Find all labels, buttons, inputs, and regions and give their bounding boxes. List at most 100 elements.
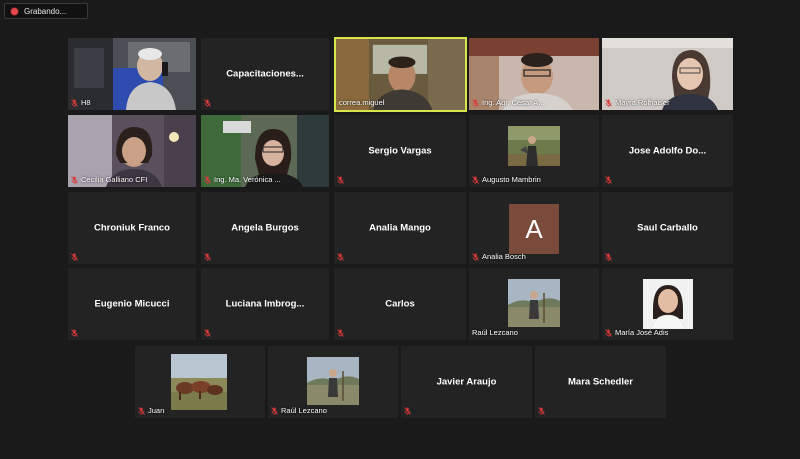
participant-name: Cecilia Galliano CFI — [81, 175, 148, 184]
participant-tile-eugenio[interactable]: Eugenio Micucci — [68, 268, 196, 340]
mic-muted-icon — [71, 98, 78, 107]
participant-name: Eugenio Micucci — [94, 298, 170, 310]
participant-tile-jose[interactable]: Jose Adolfo Do... — [602, 115, 733, 187]
participant-name-bar: Ing. Agr. César A... — [472, 97, 595, 108]
participant-name-bar: Ing. Ma. Verónica ... — [204, 174, 325, 185]
participant-status-bar — [337, 174, 462, 185]
participant-status-bar — [71, 327, 192, 338]
mic-muted-icon — [337, 328, 344, 337]
participant-name-bar: Raúl Lezcano — [472, 327, 595, 338]
mic-muted-icon — [337, 252, 344, 261]
participant-tile-mayra[interactable]: Mayra Rolhaiser — [602, 38, 733, 110]
participant-status-bar — [337, 327, 462, 338]
participant-name: Carlos — [385, 298, 415, 310]
participant-name-bar: correa.miguel — [339, 97, 461, 108]
participant-name-bar: Mayra Rolhaiser — [605, 97, 729, 108]
participant-name: Mara Schedler — [568, 376, 633, 388]
participant-name-bar: Analia Bosch — [472, 251, 595, 262]
participant-name: Chroniuk Franco — [93, 222, 170, 234]
participant-name: Saul Carballo — [637, 222, 698, 234]
participant-name: Mayra Rolhaiser — [615, 98, 670, 107]
participant-name: Augusto Mambrin — [482, 175, 541, 184]
participant-status-bar — [605, 251, 729, 262]
participant-name-bar: H8 — [71, 97, 192, 108]
mic-muted-icon — [204, 175, 211, 184]
participant-name-bar: Raúl Lezcano — [271, 405, 394, 416]
mic-muted-icon — [472, 98, 479, 107]
mic-muted-icon — [472, 175, 479, 184]
participant-status-bar — [538, 405, 662, 416]
participant-status-bar — [71, 251, 192, 262]
participant-name: María José Adis — [615, 328, 669, 337]
participant-tile-juan[interactable]: Juan — [135, 346, 265, 418]
mic-muted-icon — [71, 252, 78, 261]
participant-name: Raúl Lezcano — [281, 406, 327, 415]
participant-name-bar: Augusto Mambrin — [472, 174, 595, 185]
participant-tile-raul[interactable]: Raúl Lezcano — [469, 268, 599, 340]
participant-tile-sergio[interactable]: Sergio Vargas — [334, 115, 466, 187]
participant-tile-raul-2[interactable]: Raúl Lezcano — [268, 346, 398, 418]
mic-muted-icon — [337, 175, 344, 184]
participant-name: Analia Mango — [369, 222, 431, 234]
participant-status-bar — [404, 405, 528, 416]
participant-name: Capacitaciones... — [226, 68, 304, 80]
participant-tile-cecilia[interactable]: Cecilia Galliano CFI — [68, 115, 196, 187]
participant-tile-angela[interactable]: Angela Burgos — [201, 192, 329, 264]
participant-tile-cesar[interactable]: Ing. Agr. César A... — [469, 38, 599, 110]
participant-status-bar — [204, 251, 325, 262]
mic-muted-icon — [204, 328, 211, 337]
participant-avatar-photo — [643, 279, 693, 329]
participant-tile-capacitaciones[interactable]: Capacitaciones... — [201, 38, 329, 110]
record-icon — [11, 7, 18, 15]
avatar: A — [509, 204, 559, 254]
participant-tile-saul[interactable]: Saul Carballo — [602, 192, 733, 264]
participant-status-bar — [204, 327, 325, 338]
participant-name-bar: Cecilia Galliano CFI — [71, 174, 192, 185]
participant-tile-carlos[interactable]: Carlos — [334, 268, 466, 340]
participant-tile-analia-mango[interactable]: Analia Mango — [334, 192, 466, 264]
mic-muted-icon — [204, 252, 211, 261]
participant-status-bar — [337, 251, 462, 262]
participant-tile-luciana[interactable]: Luciana Imbrog... — [201, 268, 329, 340]
participant-tile-chroniuk[interactable]: Chroniuk Franco — [68, 192, 196, 264]
participant-tile-javier[interactable]: Javier Araujo — [401, 346, 532, 418]
participant-tile-correa-active-speaker[interactable]: correa.miguel — [334, 37, 467, 112]
participant-name: Analia Bosch — [482, 252, 526, 261]
mic-muted-icon — [271, 406, 278, 415]
participant-tile-augusto[interactable]: Augusto Mambrin — [469, 115, 599, 187]
mic-muted-icon — [71, 175, 78, 184]
mic-muted-icon — [138, 406, 145, 415]
mic-muted-icon — [71, 328, 78, 337]
participant-name: H8 — [81, 98, 91, 107]
recording-indicator[interactable]: Grabando... — [4, 3, 88, 19]
participant-tile-mara[interactable]: Mara Schedler — [535, 346, 666, 418]
participant-name-bar: Juan — [138, 405, 261, 416]
participant-status-bar — [204, 97, 325, 108]
participant-tile-veronica[interactable]: Ing. Ma. Verónica ... — [201, 115, 329, 187]
participant-avatar-photo — [508, 279, 560, 327]
participant-name: Juan — [148, 406, 165, 415]
mic-muted-icon — [605, 328, 612, 337]
mic-muted-icon — [204, 98, 211, 107]
participant-name: Ing. Agr. César A... — [482, 98, 545, 107]
participant-avatar-photo — [171, 354, 227, 410]
participant-avatar-photo — [508, 126, 560, 166]
mic-muted-icon — [605, 98, 612, 107]
mic-muted-icon — [605, 252, 612, 261]
participant-name: Raúl Lezcano — [472, 328, 518, 337]
participant-name-bar: María José Adis — [605, 327, 729, 338]
participant-name: correa.miguel — [339, 98, 385, 107]
participant-name: Angela Burgos — [231, 222, 299, 234]
mic-muted-icon — [605, 175, 612, 184]
recording-label: Grabando... — [24, 6, 67, 16]
participant-avatar-photo — [307, 357, 359, 405]
participant-tile-maria[interactable]: María José Adis — [602, 268, 733, 340]
participant-name: Ing. Ma. Verónica ... — [214, 175, 281, 184]
mic-muted-icon — [404, 406, 411, 415]
participant-name: Javier Araujo — [436, 376, 497, 388]
participant-tile-h8[interactable]: H8 — [68, 38, 196, 110]
mic-muted-icon — [472, 252, 479, 261]
participant-name: Jose Adolfo Do... — [628, 145, 707, 157]
participant-status-bar — [605, 174, 729, 185]
participant-tile-analia-bosch[interactable]: A Analia Bosch — [469, 192, 599, 264]
